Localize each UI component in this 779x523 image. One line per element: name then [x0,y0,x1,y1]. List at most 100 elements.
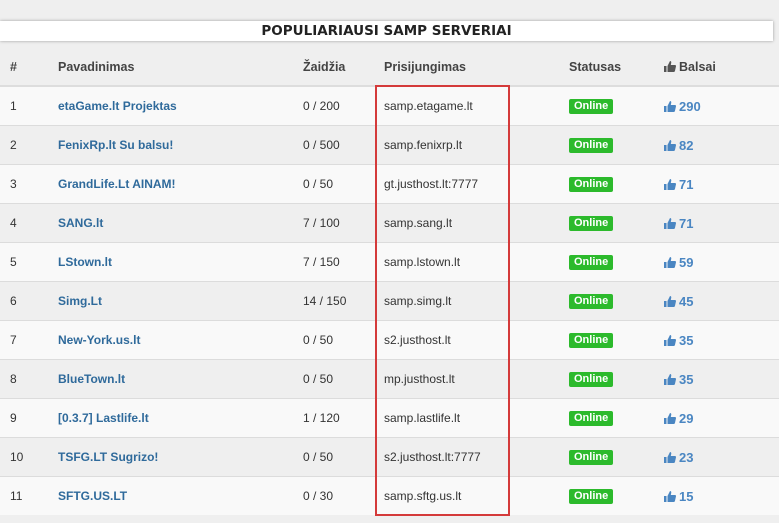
thumbs-up-icon [664,60,676,72]
vote-number: 71 [679,215,694,231]
votes-cell[interactable]: 71 [664,164,779,204]
server-name-link[interactable]: SFTG.US.LT [58,489,127,503]
server-name-link[interactable]: Simg.Lt [58,294,102,308]
connect-address: samp.sang.lt [384,203,569,243]
row-number: 11 [0,476,58,515]
votes-header-label: Balsai [679,59,716,74]
vote-count[interactable]: 23 [664,450,693,465]
status-cell: Online [569,281,664,321]
thumbs-up-icon [664,139,676,151]
players-count: 0 / 50 [303,359,384,399]
vote-count[interactable]: 71 [664,177,693,192]
server-name-link[interactable]: TSFG.LT Sugrizo! [58,450,158,464]
table-row: 2 FenixRp.lt Su balsu! 0 / 500 samp.fenixrp… [0,125,779,165]
votes-cell[interactable]: 15 [664,476,779,515]
vote-count[interactable]: 290 [664,99,701,114]
vote-count[interactable]: 35 [664,333,693,348]
col-name[interactable]: Pavadinimas [58,48,303,87]
row-number: 4 [0,203,58,243]
votes-cell[interactable]: 35 [664,320,779,360]
server-name-cell: TSFG.LT Sugrizo! [58,437,303,477]
players-count: 0 / 50 [303,437,384,477]
page-title: POPULIARIAUSI SAMP SERVERIAI [0,21,773,41]
votes-cell[interactable]: 290 [664,85,779,126]
server-name-cell: New-York.us.lt [58,320,303,360]
table-row: 6 Simg.Lt 14 / 150 samp.simg.lt Online 45 [0,281,779,321]
votes-cell[interactable]: 45 [664,281,779,321]
votes-cell[interactable]: 35 [664,359,779,399]
vote-count[interactable]: 82 [664,138,693,153]
players-count: 0 / 50 [303,164,384,204]
server-name-link[interactable]: LStown.lt [58,255,112,269]
server-name-link[interactable]: FenixRp.lt Su balsu! [58,138,173,152]
row-number: 2 [0,125,58,165]
server-name-cell: [0.3.7] Lastlife.lt [58,398,303,438]
server-name-link[interactable]: BlueTown.lt [58,372,125,386]
thumbs-up-icon [664,373,676,385]
col-votes[interactable]: Balsai [664,48,779,87]
status-cell: Online [569,203,664,243]
table-row: 10 TSFG.LT Sugrizo! 0 / 50 s2.justhost.lt:7… [0,437,779,477]
table-row: 11 SFTG.US.LT 0 / 30 samp.sftg.us.lt Online 1… [0,476,779,515]
status-cell: Online [569,476,664,515]
server-name-link[interactable]: etaGame.lt Projektas [58,99,177,113]
votes-cell[interactable]: 82 [664,125,779,165]
server-name-link[interactable]: [0.3.7] Lastlife.lt [58,411,149,425]
thumbs-up-icon [664,412,676,424]
server-name-cell: GrandLife.Lt AINAM! [58,164,303,204]
row-number: 10 [0,437,58,477]
players-count: 0 / 500 [303,125,384,165]
connect-address: s2.justhost.lt:7777 [384,437,569,477]
thumbs-up-icon [664,295,676,307]
vote-count[interactable]: 71 [664,216,693,231]
server-name-cell: FenixRp.lt Su balsu! [58,125,303,165]
col-connect: Prisijungimas [384,48,569,87]
status-cell: Online [569,85,664,126]
row-number: 3 [0,164,58,204]
server-name-cell: Simg.Lt [58,281,303,321]
players-count: 14 / 150 [303,281,384,321]
status-badge: Online [569,450,614,465]
thumbs-up-icon [664,490,676,502]
col-players[interactable]: Žaidžia [303,48,384,87]
server-name-link[interactable]: New-York.us.lt [58,333,140,347]
connect-address: mp.justhost.lt [384,359,569,399]
status-badge: Online [569,177,614,192]
table-row: 1 etaGame.lt Projektas 0 / 200 samp.etagame… [0,85,779,126]
votes-cell[interactable]: 23 [664,437,779,477]
thumbs-up-icon [664,334,676,346]
server-name-link[interactable]: SANG.lt [58,216,103,230]
server-name-link[interactable]: GrandLife.Lt AINAM! [58,177,176,191]
votes-cell[interactable]: 29 [664,398,779,438]
status-badge: Online [569,138,614,153]
status-cell: Online [569,125,664,165]
server-name-cell: LStown.lt [58,242,303,282]
vote-count[interactable]: 59 [664,255,693,270]
vote-number: 15 [679,488,694,504]
col-status: Statusas [569,48,664,87]
vote-number: 35 [679,332,694,348]
vote-count[interactable]: 45 [664,294,693,309]
table-header: # Pavadinimas Žaidžia Prisijungimas Stat… [0,48,779,87]
table-row: 5 LStown.lt 7 / 150 samp.lstown.lt Online 59 [0,242,779,282]
players-count: 7 / 100 [303,203,384,243]
players-count: 1 / 120 [303,398,384,438]
status-badge: Online [569,411,614,426]
status-badge: Online [569,372,614,387]
connect-address: samp.etagame.lt [384,85,569,126]
server-name-cell: BlueTown.lt [58,359,303,399]
connect-address: samp.fenixrp.lt [384,125,569,165]
vote-number: 290 [679,98,701,114]
thumbs-up-icon [664,217,676,229]
thumbs-up-icon [664,451,676,463]
vote-count[interactable]: 35 [664,372,693,387]
vote-count[interactable]: 29 [664,411,693,426]
vote-number: 23 [679,449,694,465]
server-name-cell: SFTG.US.LT [58,476,303,515]
vote-count[interactable]: 15 [664,489,693,504]
row-number: 1 [0,85,58,126]
votes-cell[interactable]: 59 [664,242,779,282]
votes-cell[interactable]: 71 [664,203,779,243]
row-number: 9 [0,398,58,438]
table-row: 4 SANG.lt 7 / 100 samp.sang.lt Online 71 [0,203,779,243]
